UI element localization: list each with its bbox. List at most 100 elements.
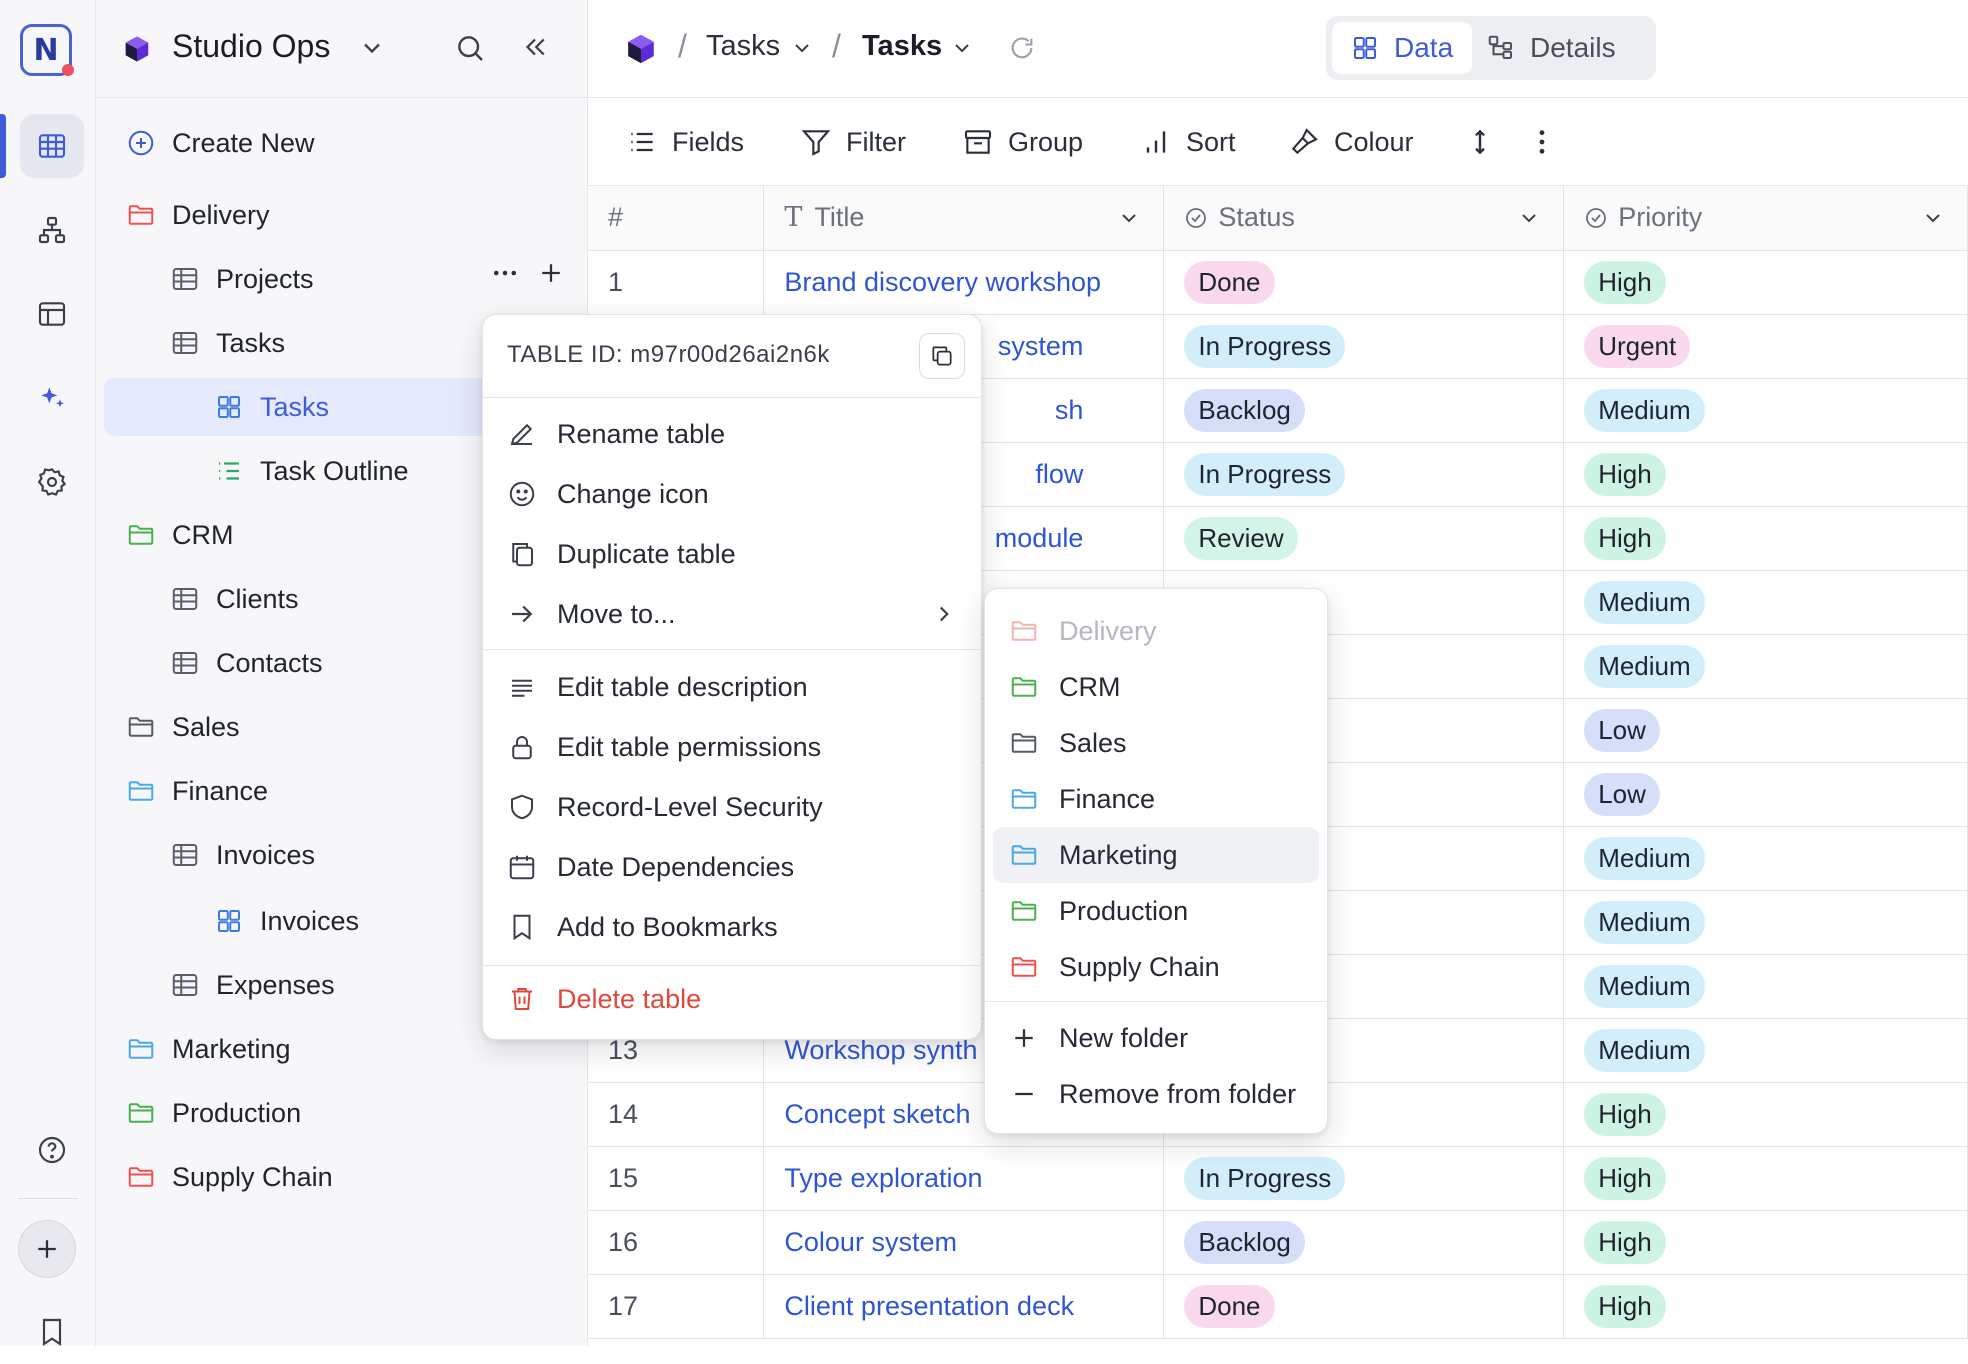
priority-cell[interactable]: Medium <box>1563 570 1968 635</box>
rail-hierarchy-icon[interactable] <box>20 198 84 262</box>
status-cell[interactable]: In Progress <box>1163 1146 1565 1211</box>
reload-icon[interactable] <box>1008 34 1036 67</box>
sidebar-item-projects[interactable]: Projects <box>170 250 314 308</box>
new-folder-item[interactable]: New folder <box>1009 1010 1188 1066</box>
priority-cell[interactable]: Medium <box>1563 954 1968 1019</box>
priority-cell[interactable]: Low <box>1563 762 1968 827</box>
priority-cell[interactable]: Medium <box>1563 826 1968 891</box>
priority-cell[interactable]: Low <box>1563 698 1968 763</box>
rail-ai-sparkle-icon[interactable] <box>20 366 84 430</box>
move-folder-production[interactable]: Production <box>993 883 1319 939</box>
rail-settings-gear-icon[interactable] <box>20 450 84 514</box>
sidebar-item-clients[interactable]: Clients <box>170 570 299 628</box>
move-folder-supply-chain[interactable]: Supply Chain <box>993 939 1319 995</box>
collapse-sidebar-icon[interactable] <box>520 32 550 67</box>
sidebar-folder-marketing[interactable]: Marketing <box>126 1020 291 1078</box>
priority-cell[interactable]: High <box>1563 1082 1968 1147</box>
status-cell[interactable]: Review <box>1163 506 1565 571</box>
fields-button[interactable]: Fields <box>626 98 744 186</box>
rail-tables-icon[interactable] <box>20 114 84 178</box>
rail-add-button[interactable] <box>18 1220 76 1278</box>
status-cell[interactable]: In Progress <box>1163 314 1565 379</box>
add-to-bookmarks-item[interactable]: Add to Bookmarks <box>507 899 967 955</box>
data-tab[interactable]: Data <box>1332 22 1472 74</box>
row-height-button[interactable] <box>1464 98 1510 186</box>
colour-button[interactable]: Colour <box>1288 98 1414 186</box>
sidebar-item-task-outline[interactable]: Task Outline <box>214 442 409 500</box>
priority-cell[interactable]: High <box>1563 1274 1968 1339</box>
workspace-chevron-down-icon[interactable] <box>358 34 386 67</box>
move-folder-sales[interactable]: Sales <box>993 715 1319 771</box>
row-more-icon[interactable] <box>490 258 520 293</box>
table-row[interactable]: 15 Type exploration In Progress High <box>588 1146 1968 1211</box>
title-cell[interactable]: Client presentation deck <box>763 1274 1165 1339</box>
record-level-security-item[interactable]: Record-Level Security <box>507 779 967 835</box>
remove-from-folder-item[interactable]: Remove from folder <box>1009 1066 1296 1122</box>
sidebar-folder-supply-chain[interactable]: Supply Chain <box>126 1148 333 1206</box>
priority-cell[interactable]: Medium <box>1563 1018 1968 1083</box>
move-folder-finance[interactable]: Finance <box>993 771 1319 827</box>
duplicate-table-item[interactable]: Duplicate table <box>507 526 967 582</box>
move-folder-crm[interactable]: CRM <box>993 659 1319 715</box>
delete-table-item[interactable]: Delete table <box>507 971 701 1027</box>
sidebar-folder-production[interactable]: Production <box>126 1084 301 1142</box>
details-tab[interactable]: Details <box>1486 22 1616 74</box>
priority-cell[interactable]: High <box>1563 442 1968 507</box>
sidebar-folder-finance[interactable]: Finance <box>126 762 268 820</box>
rename-table-item[interactable]: Rename table <box>507 406 967 462</box>
more-options-button[interactable] <box>1526 98 1572 186</box>
add-view-plus-icon[interactable] <box>536 258 566 293</box>
breadcrumb-view-chevron-down-icon[interactable] <box>950 36 974 65</box>
group-button[interactable]: Group <box>962 98 1083 186</box>
sidebar-item-invoices[interactable]: Invoices <box>214 892 359 950</box>
column-header-priority[interactable]: Priority <box>1563 186 1968 251</box>
column-header-number[interactable]: # <box>588 186 765 251</box>
move-folder-marketing[interactable]: Marketing <box>993 827 1319 883</box>
sidebar-folder-sales[interactable]: Sales <box>126 698 240 756</box>
table-row[interactable]: 16 Colour system Backlog High <box>588 1210 1968 1275</box>
sidebar-item-invoices[interactable]: Invoices <box>170 826 315 884</box>
copy-id-button[interactable] <box>919 333 965 379</box>
date-dependencies-item[interactable]: Date Dependencies <box>507 839 967 895</box>
priority-cell[interactable]: Medium <box>1563 378 1968 443</box>
rail-layout-icon[interactable] <box>20 282 84 346</box>
column-chevron-down-icon[interactable] <box>1517 206 1541 230</box>
title-cell[interactable]: Brand discovery workshop <box>763 250 1165 315</box>
search-icon[interactable] <box>454 32 486 69</box>
rail-help-icon[interactable] <box>20 1118 84 1182</box>
priority-cell[interactable]: High <box>1563 1146 1968 1211</box>
priority-cell[interactable]: Medium <box>1563 634 1968 699</box>
title-cell[interactable]: Type exploration <box>763 1146 1165 1211</box>
column-header-status[interactable]: Status <box>1163 186 1565 251</box>
filter-button[interactable]: Filter <box>800 98 906 186</box>
workspace-name[interactable]: Studio Ops <box>172 28 330 65</box>
table-row[interactable]: 17 Client presentation deck Done High <box>588 1274 1968 1339</box>
sidebar-folder-crm[interactable]: CRM <box>126 506 234 564</box>
sidebar-item-tasks[interactable]: Tasks <box>170 314 285 372</box>
sidebar-item-contacts[interactable]: Contacts <box>170 634 323 692</box>
change-icon-item[interactable]: Change icon <box>507 466 967 522</box>
edit-description-item[interactable]: Edit table description <box>507 659 967 715</box>
status-cell[interactable]: Done <box>1163 250 1565 315</box>
breadcrumb-table-chevron-down-icon[interactable] <box>790 36 814 65</box>
column-chevron-down-icon[interactable] <box>1921 206 1945 230</box>
breadcrumb-view[interactable]: Tasks <box>862 30 942 63</box>
status-cell[interactable]: Done <box>1163 1274 1565 1339</box>
edit-permissions-item[interactable]: Edit table permissions <box>507 719 967 775</box>
status-cell[interactable]: Backlog <box>1163 378 1565 443</box>
breadcrumb-table[interactable]: Tasks <box>706 30 780 63</box>
move-to-item[interactable]: Move to... <box>507 586 967 642</box>
sort-button[interactable]: Sort <box>1140 98 1236 186</box>
rail-bookmark-icon[interactable] <box>20 1300 84 1364</box>
column-chevron-down-icon[interactable] <box>1117 206 1141 230</box>
sidebar-folder-delivery[interactable]: Delivery <box>126 186 270 244</box>
priority-cell[interactable]: Urgent <box>1563 314 1968 379</box>
status-cell[interactable]: In Progress <box>1163 442 1565 507</box>
priority-cell[interactable]: High <box>1563 250 1968 315</box>
status-cell[interactable]: Backlog <box>1163 1210 1565 1275</box>
priority-cell[interactable]: High <box>1563 506 1968 571</box>
sidebar-item-expenses[interactable]: Expenses <box>170 956 335 1014</box>
title-cell[interactable]: Colour system <box>763 1210 1165 1275</box>
priority-cell[interactable]: Medium <box>1563 890 1968 955</box>
priority-cell[interactable]: High <box>1563 1210 1968 1275</box>
